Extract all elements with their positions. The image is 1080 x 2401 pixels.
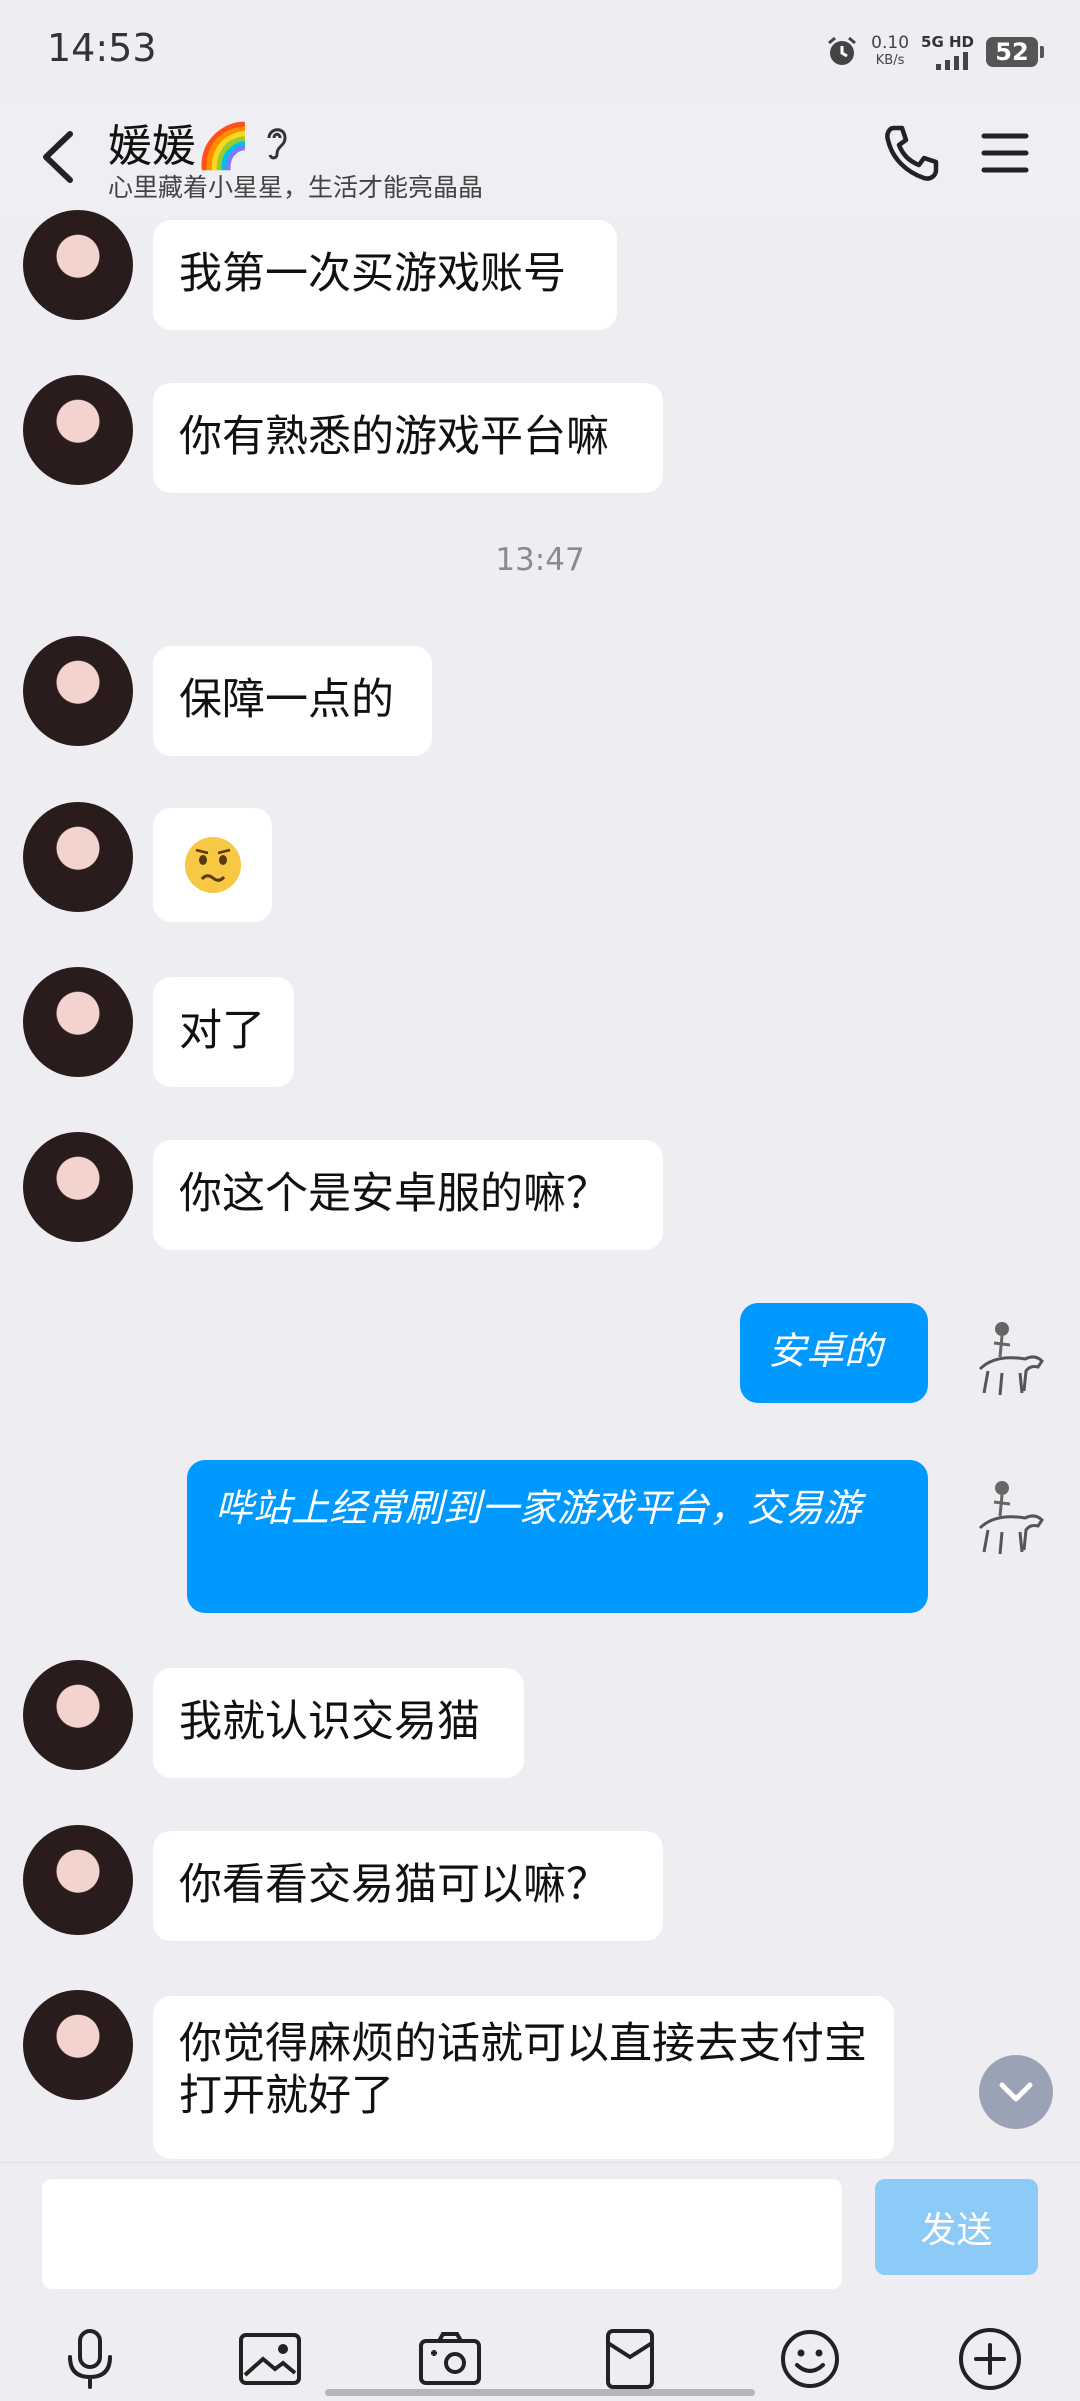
my-avatar[interactable] — [950, 1299, 1060, 1409]
status-bar: 14:53 0.10 KB/s 5G HD 52 — [0, 0, 1080, 100]
alarm-icon — [828, 36, 857, 65]
message-bubble[interactable]: 你这个是安卓服的嘛？ — [153, 1140, 663, 1250]
red-packet-icon — [606, 2329, 654, 2389]
contact-name: 媛媛🌈 — [108, 121, 251, 172]
input-toolbar — [0, 2319, 1080, 2399]
message-bubble[interactable]: 我第一次买游戏账号 — [153, 220, 617, 330]
message-input[interactable] — [42, 2179, 842, 2289]
ear-icon — [267, 128, 287, 160]
contact-title[interactable]: 媛媛🌈 — [108, 110, 291, 174]
signal-icon: 5G HD — [921, 34, 974, 70]
timestamp: 13:47 — [495, 542, 585, 578]
call-button[interactable] — [880, 122, 940, 186]
message-bubble[interactable]: 你觉得麻烦的话就可以直接去支付宝打开就好了 — [153, 1996, 894, 2159]
horse-rider-avatar-icon — [950, 1458, 1060, 1568]
home-indicator[interactable] — [325, 2389, 755, 2396]
red-packet-button[interactable] — [590, 2319, 670, 2399]
message-bubble[interactable]: 保障一点的 — [153, 646, 432, 756]
contact-avatar[interactable] — [23, 1825, 133, 1935]
net-speed: 0.10 KB/s — [871, 35, 909, 69]
emoji-button[interactable] — [770, 2319, 850, 2399]
emoji-message-bubble[interactable] — [153, 808, 272, 922]
net-speed-unit: KB/s — [875, 53, 905, 68]
microphone-icon — [68, 2329, 112, 2389]
chevron-left-icon — [43, 131, 73, 183]
chevron-down-icon — [999, 2082, 1033, 2102]
input-area: 发送 — [0, 2162, 1080, 2401]
plus-icon — [959, 2328, 1021, 2390]
contact-avatar[interactable] — [23, 967, 133, 1077]
message-bubble[interactable]: 对了 — [153, 977, 294, 1087]
net-speed-value: 0.10 — [871, 33, 910, 53]
more-button[interactable] — [950, 2319, 1030, 2399]
menu-button[interactable] — [980, 128, 1030, 178]
back-button[interactable] — [30, 122, 90, 192]
camera-icon — [419, 2332, 481, 2385]
battery-icon: 52 — [986, 37, 1044, 67]
camera-button[interactable] — [410, 2319, 490, 2399]
contact-avatar[interactable] — [23, 375, 133, 485]
my-message-bubble[interactable]: 哔站上经常刷到一家游戏平台，交易游 — [187, 1460, 928, 1613]
contact-avatar[interactable] — [23, 1990, 133, 2100]
contact-signature: 心里藏着小星星，生活才能亮晶晶 — [108, 173, 484, 202]
my-avatar[interactable] — [950, 1458, 1060, 1568]
album-button[interactable] — [230, 2319, 310, 2399]
horse-rider-avatar-icon — [950, 1299, 1060, 1409]
hamburger-menu-icon — [981, 133, 1029, 173]
my-message-bubble[interactable]: 安卓的 — [740, 1303, 928, 1403]
voice-button[interactable] — [50, 2319, 130, 2399]
chat-header: 媛媛🌈 心里藏着小星星，生活才能亮晶晶 — [0, 100, 1080, 218]
send-button[interactable]: 发送 — [875, 2179, 1038, 2275]
emoji-icon — [781, 2330, 839, 2388]
contact-avatar[interactable] — [23, 210, 133, 320]
contact-avatar[interactable] — [23, 1660, 133, 1770]
scroll-to-bottom-button[interactable] — [979, 2055, 1053, 2129]
status-time: 14:53 — [47, 26, 157, 70]
message-bubble[interactable]: 我就认识交易猫 — [153, 1668, 524, 1778]
contact-avatar[interactable] — [23, 636, 133, 746]
phone-icon — [885, 125, 939, 181]
message-bubble[interactable]: 你有熟悉的游戏平台嘛 — [153, 383, 663, 493]
worried-face-emoji — [184, 837, 241, 893]
contact-avatar[interactable] — [23, 802, 133, 912]
message-bubble[interactable]: 你看看交易猫可以嘛？ — [153, 1831, 663, 1941]
contact-avatar[interactable] — [23, 1132, 133, 1242]
image-icon — [239, 2333, 301, 2385]
status-icons: 0.10 KB/s 5G HD 52 — [825, 30, 1044, 74]
network-type: 5G HD — [921, 33, 974, 51]
